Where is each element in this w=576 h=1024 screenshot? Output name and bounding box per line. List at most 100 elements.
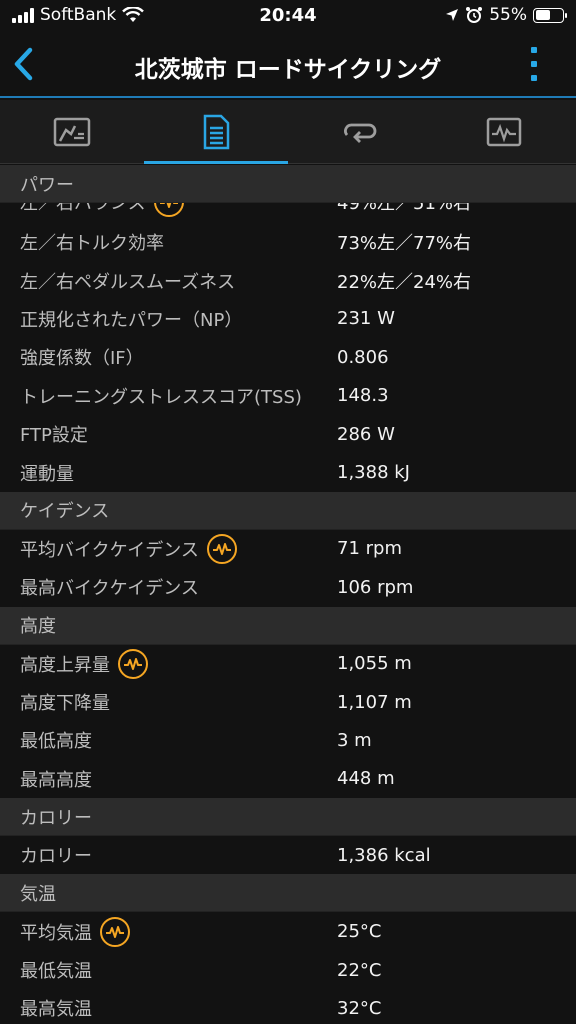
- stat-label: 最高バイクケイデンス: [0, 574, 337, 600]
- stat-value: 22°C: [337, 959, 382, 981]
- stat-row: 最低高度 3 m: [0, 721, 576, 760]
- stat-label: 高度下降量: [0, 689, 337, 715]
- stat-label-text: 最高気温: [20, 999, 92, 1021]
- stat-value: 0.806: [337, 346, 389, 368]
- stat-value: 1,055 m: [337, 653, 412, 675]
- stat-value: 286 W: [337, 423, 395, 445]
- tab-laps[interactable]: [288, 100, 432, 163]
- stat-row: 最低気温 22°C: [0, 950, 576, 990]
- stat-label: トレーニングストレススコア(TSS): [0, 383, 337, 409]
- stat-label-text: 最高バイクケイデンス: [20, 578, 199, 600]
- chart-badge-icon[interactable]: [118, 648, 148, 679]
- stat-value: 3 m: [337, 729, 372, 751]
- page-title: 北茨城市 ロードサイクリング: [134, 57, 442, 83]
- stat-row: 高度下降量 1,107 m: [0, 682, 576, 722]
- section-header: カロリー: [0, 798, 576, 837]
- stat-row: FTP設定 286 W: [0, 414, 576, 454]
- stat-row: 高度上昇量 1,055 m: [0, 644, 576, 683]
- stat-row: トレーニングストレススコア(TSS) 148.3: [0, 376, 576, 415]
- stat-label: 左／右ペダルスムーズネス: [0, 268, 337, 294]
- location-icon: [446, 9, 459, 21]
- chart-badge-icon[interactable]: [153, 203, 184, 218]
- stat-row: 最高高度 448 m: [0, 759, 576, 799]
- stat-value: 73%左／77%右: [337, 233, 472, 255]
- stat-row: 左／右ペダルスムーズネス 22%左／24%右: [0, 261, 576, 300]
- chart-badge-icon[interactable]: [100, 916, 130, 947]
- battery-icon: [533, 7, 567, 23]
- alarm-icon: [466, 7, 483, 23]
- stat-label: 最高高度: [0, 766, 337, 792]
- stat-value: 1,107 m: [337, 691, 412, 713]
- details-list-icon: [203, 114, 230, 149]
- stat-label: 高度上昇量: [0, 648, 337, 679]
- nav-bar: 北茨城市 ロードサイクリング: [0, 32, 576, 98]
- stat-row: 強度係数（IF） 0.806: [0, 338, 576, 377]
- stat-label-text: 運動量: [20, 463, 74, 485]
- stat-label-text: 平均バイクケイデンス: [20, 539, 199, 561]
- partial-row: 左／右バランス 49%左／51%右: [0, 203, 576, 223]
- stat-value: 25°C: [337, 921, 382, 943]
- tab-summary-map[interactable]: [0, 100, 144, 163]
- tab-charts[interactable]: [432, 100, 576, 163]
- stat-label-text: 左／右ペダルスムーズネス: [20, 271, 236, 293]
- stat-label-text: 最低高度: [20, 731, 92, 753]
- stat-label-text: FTP設定: [20, 425, 88, 447]
- stat-value: 22%左／24%右: [337, 271, 472, 293]
- stat-label-text: トレーニングストレススコア(TSS): [20, 386, 302, 408]
- laps-loop-icon: [344, 123, 377, 143]
- stat-value: 49%左／51%右: [337, 203, 472, 215]
- stat-value: 71 rpm: [337, 538, 402, 560]
- stat-label-text: 最高高度: [20, 769, 92, 791]
- stat-label: 最高気温: [0, 995, 337, 1021]
- stat-value: 148.3: [337, 385, 389, 407]
- stat-label: FTP設定: [0, 421, 337, 447]
- back-chevron-icon[interactable]: [8, 44, 44, 84]
- battery-percent: 55%: [489, 5, 527, 25]
- stat-row: 左／右バランス 49%左／51%右: [0, 203, 576, 222]
- details-list: パワー 左／右バランス 49%左／51%右左／右トルク効率 73%左／77%右左／右ペ…: [0, 165, 576, 1024]
- stat-label: 最低気温: [0, 957, 337, 983]
- stat-row: 最高気温 32°C: [0, 989, 576, 1024]
- stat-label: 正規化されたパワー（NP）: [0, 306, 337, 332]
- stat-label-text: 強度係数（IF）: [20, 348, 144, 370]
- tab-details[interactable]: [144, 100, 288, 164]
- stat-row: 最高バイクケイデンス 106 rpm: [0, 568, 576, 607]
- stat-value: 106 rpm: [337, 576, 414, 598]
- stat-label: 左／右バランス: [0, 203, 337, 218]
- section-header: 気温: [0, 874, 576, 913]
- tab-bar: [0, 100, 576, 164]
- status-right: 55%: [445, 5, 567, 25]
- stat-label-text: 正規化されたパワー（NP）: [20, 309, 243, 331]
- stat-row: カロリー 1,386 kcal: [0, 836, 576, 875]
- battery-fill: [535, 10, 550, 20]
- stat-value: 1,388 kJ: [337, 462, 410, 484]
- stat-label-text: 高度下降量: [20, 693, 110, 715]
- chart-badge-icon[interactable]: [206, 533, 237, 564]
- map-summary-icon: [53, 117, 91, 146]
- stat-row: 平均バイクケイデンス 71 rpm: [0, 529, 576, 569]
- stat-value: 448 m: [337, 768, 395, 790]
- status-bar: SoftBank 20:44 55%: [0, 0, 576, 32]
- stat-row: 左／右トルク効率 73%左／77%右: [0, 223, 576, 262]
- stat-row: 運動量 1,388 kJ: [0, 453, 576, 492]
- stat-label: 最低高度: [0, 727, 337, 753]
- stat-label-text: 左／右トルク効率: [20, 233, 164, 255]
- stat-label-text: 左／右バランス: [20, 203, 146, 215]
- stat-label-text: 最低気温: [20, 961, 92, 983]
- stat-value: 231 W: [337, 308, 395, 330]
- section-header: パワー: [0, 165, 576, 203]
- stat-label-text: カロリー: [20, 846, 92, 868]
- stat-row: 平均気温 25°C: [0, 912, 576, 951]
- stat-label: 平均気温: [0, 916, 337, 947]
- section-header: 高度: [0, 606, 576, 645]
- stat-label: 平均バイクケイデンス: [0, 533, 337, 564]
- charts-icon: [486, 117, 522, 146]
- more-options-icon[interactable]: [530, 47, 538, 81]
- section-header: ケイデンス: [0, 491, 576, 530]
- stat-label-text: 平均気温: [20, 922, 92, 944]
- stat-label: 左／右トルク効率: [0, 229, 337, 255]
- stat-value: 1,386 kcal: [337, 844, 431, 866]
- stat-value: 32°C: [337, 997, 382, 1019]
- stat-row: 正規化されたパワー（NP） 231 W: [0, 299, 576, 339]
- stat-label: カロリー: [0, 842, 337, 868]
